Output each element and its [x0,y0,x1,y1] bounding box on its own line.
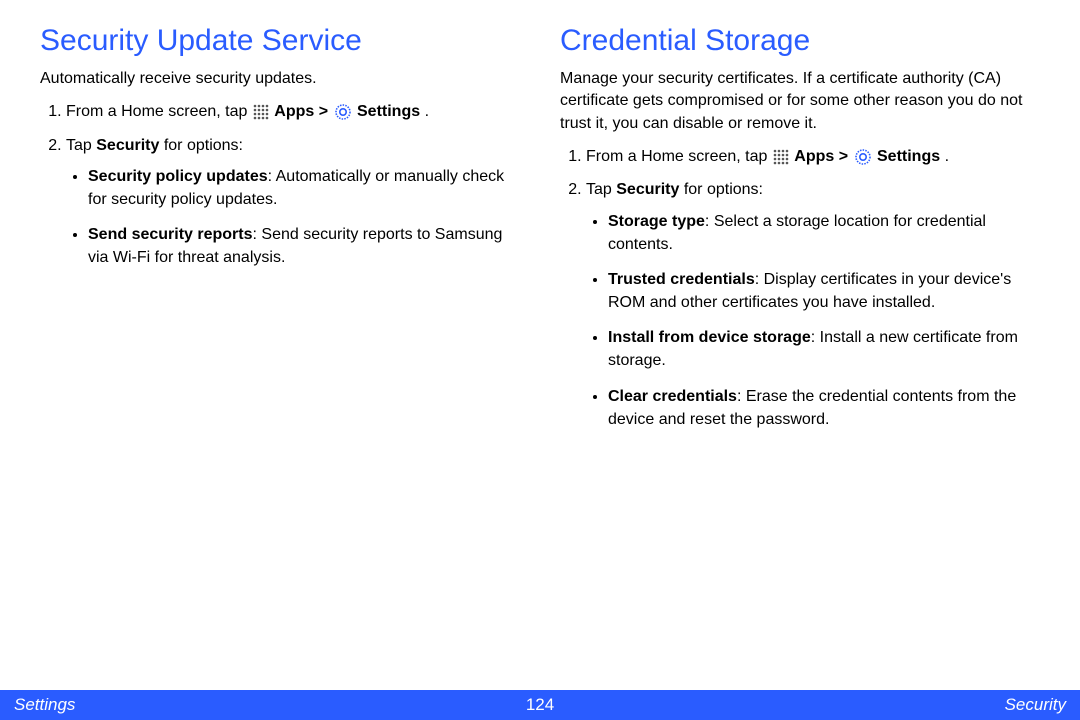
step-1: From a Home screen, tap Apps > [66,100,520,123]
options-list: Storage type: Select a storage location … [586,210,1040,432]
step-1: From a Home screen, tap Apps > [586,145,1040,168]
breadcrumb-separator: > [839,148,853,165]
option-title: Trusted credentials [608,271,755,288]
step-1-prefix: From a Home screen, tap [586,148,772,165]
apps-grid-icon [253,104,269,120]
option-title: Clear credentials [608,388,737,405]
step-2-prefix: Tap [66,137,96,154]
period: . [425,103,429,120]
option-clear-credentials: Clear credentials: Erase the credential … [608,385,1040,431]
step-2: Tap Security for options: Security polic… [66,134,520,270]
step-2-suffix: for options: [679,181,763,198]
step-1-text: From a Home screen, tap Apps > [66,103,429,120]
left-column: Security Update Service Automatically re… [40,24,520,443]
security-label: Security [96,137,159,154]
intro-text: Manage your security certificates. If a … [560,68,1040,135]
footer-page-number: 124 [526,695,554,715]
apps-label: Apps [794,148,834,165]
step-2: Tap Security for options: Storage type: … [586,178,1040,431]
right-column: Credential Storage Manage your security … [560,24,1040,443]
section-heading-security-update-service: Security Update Service [40,24,520,58]
settings-label: Settings [357,103,420,120]
option-security-policy-updates: Security policy updates: Automatically o… [88,165,520,211]
option-install-from-device-storage: Install from device storage: Install a n… [608,326,1040,372]
steps-list: From a Home screen, tap Apps > [560,145,1040,431]
option-title: Install from device storage [608,329,811,346]
option-send-security-reports: Send security reports: Send security rep… [88,223,520,269]
security-label: Security [616,181,679,198]
page-footer: Settings 124 Security [0,690,1080,720]
option-trusted-credentials: Trusted credentials: Display certificate… [608,268,1040,314]
document-page: Security Update Service Automatically re… [0,0,1080,720]
option-storage-type: Storage type: Select a storage location … [608,210,1040,256]
option-title: Send security reports [88,226,253,243]
step-1-text: From a Home screen, tap Apps > [586,148,949,165]
settings-label: Settings [877,148,940,165]
option-title: Storage type [608,213,705,230]
options-list: Security policy updates: Automatically o… [66,165,520,270]
settings-gear-icon [854,148,872,166]
step-2-suffix: for options: [159,137,243,154]
footer-right: Security [1005,695,1066,715]
step-1-prefix: From a Home screen, tap [66,103,252,120]
step-2-prefix: Tap [586,181,616,198]
section-heading-credential-storage: Credential Storage [560,24,1040,58]
steps-list: From a Home screen, tap Apps > [40,100,520,269]
intro-text: Automatically receive security updates. [40,68,520,90]
period: . [945,148,949,165]
option-title: Security policy updates [88,168,268,185]
apps-grid-icon [773,149,789,165]
settings-gear-icon [334,103,352,121]
breadcrumb-separator: > [319,103,333,120]
apps-label: Apps [274,103,314,120]
content-columns: Security Update Service Automatically re… [0,0,1080,443]
footer-left: Settings [14,695,75,715]
